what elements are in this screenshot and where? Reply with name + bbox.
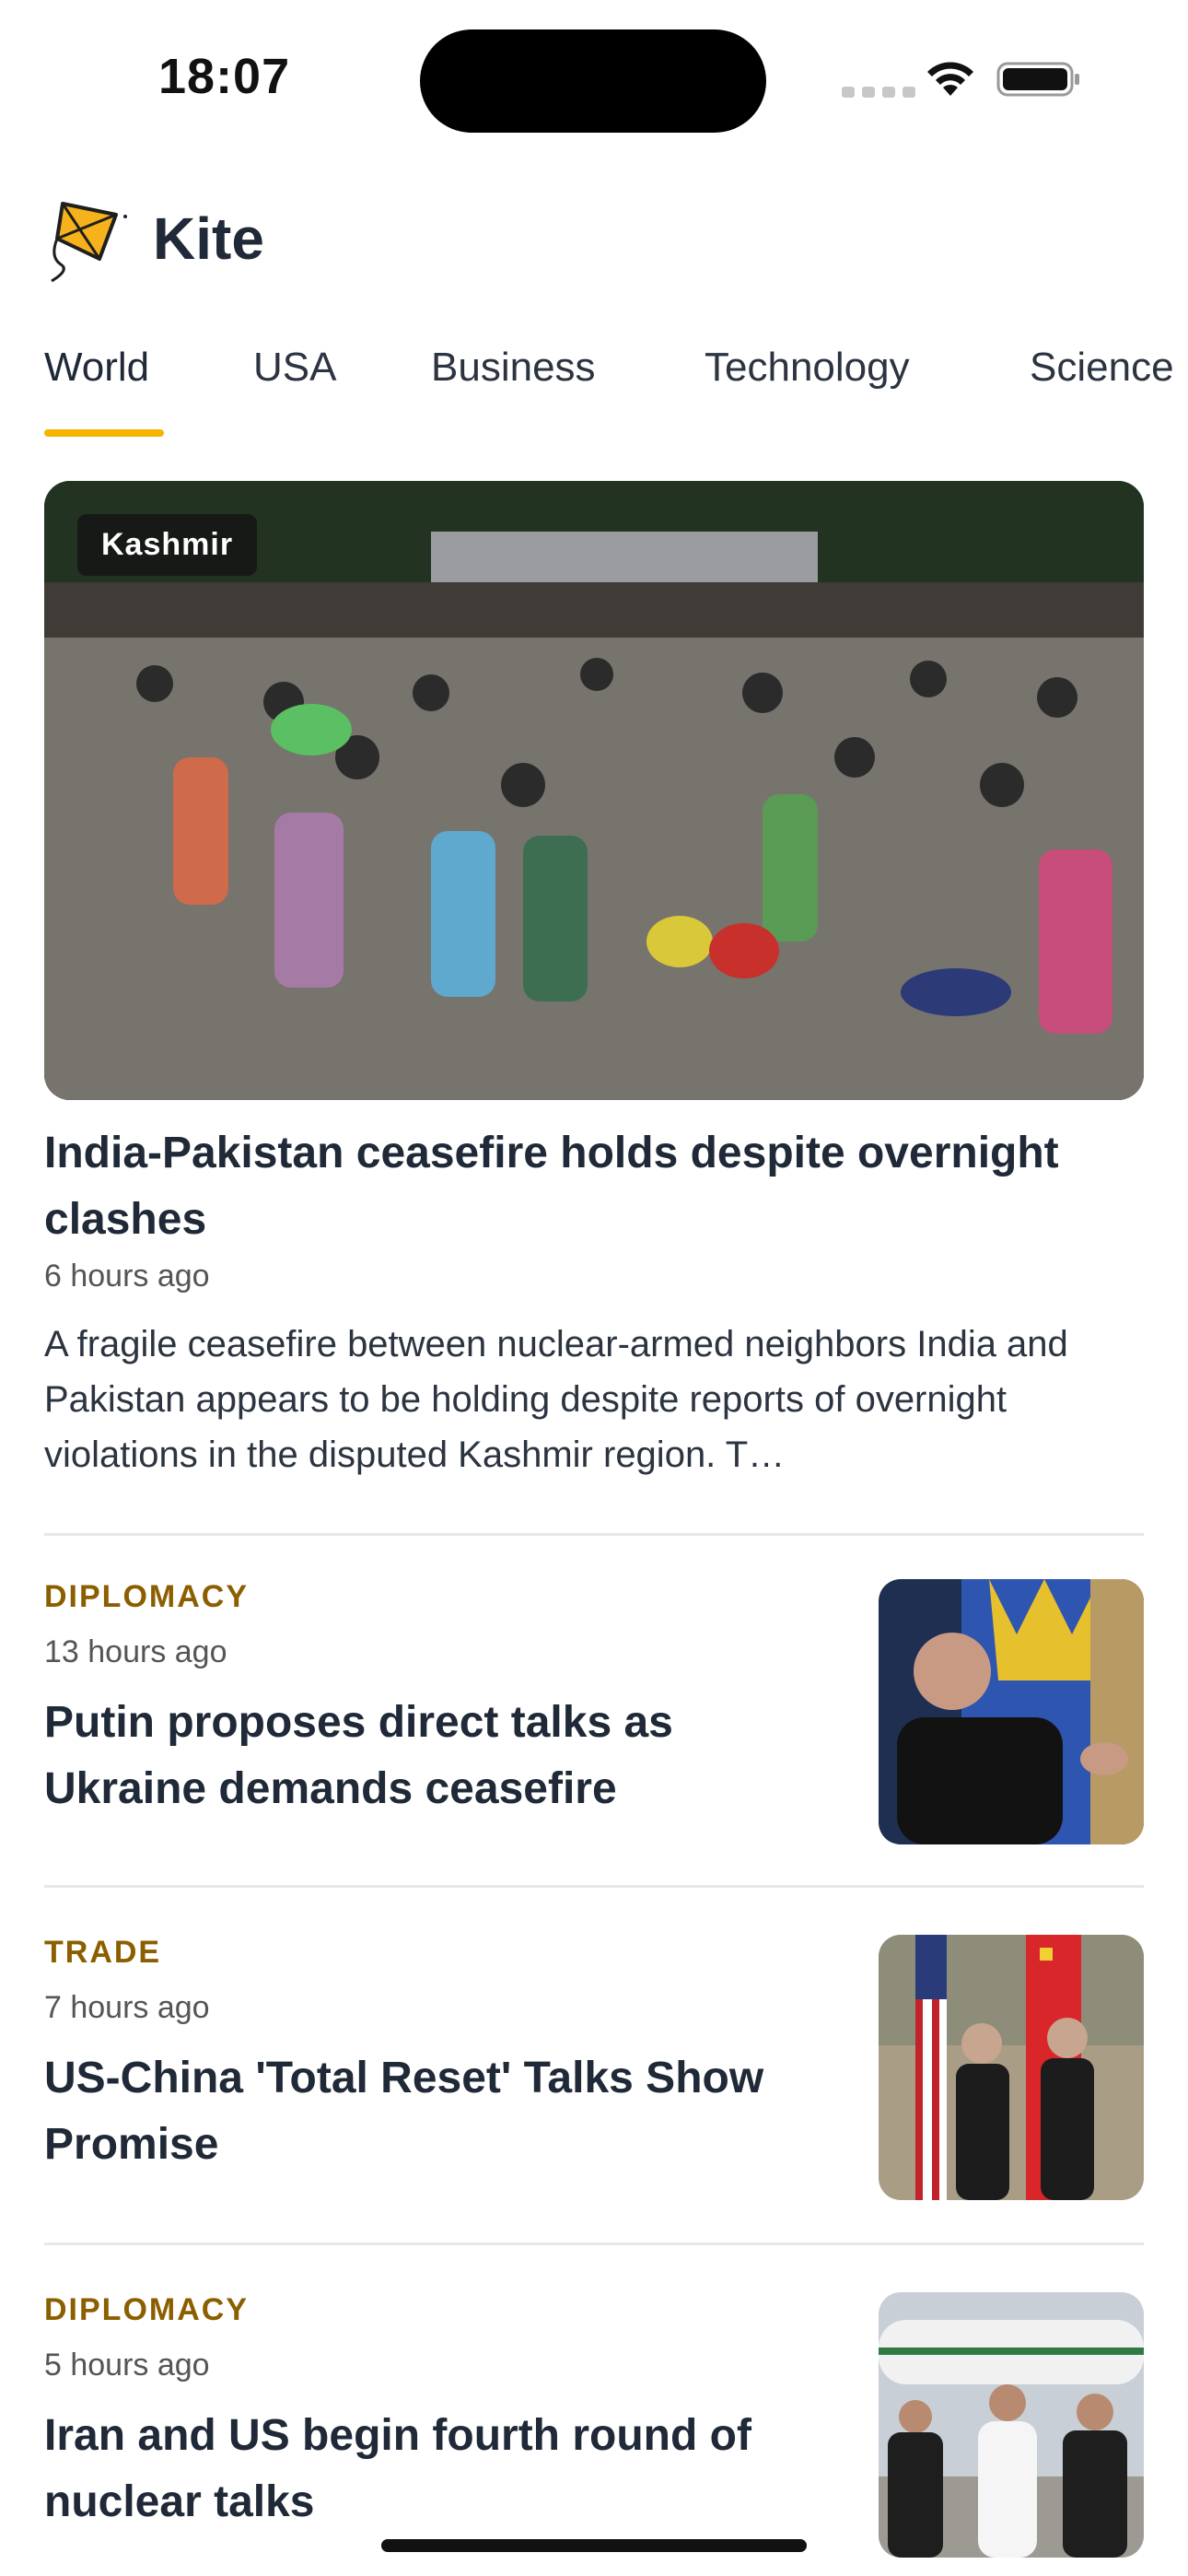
tab-world[interactable]: World (44, 345, 149, 391)
story-card[interactable]: TRADE 7 hours ago US-China 'Total Reset'… (44, 1935, 1144, 2202)
iran-us-talks-photo (879, 2292, 1144, 2558)
zelensky-photo (879, 1579, 1144, 1844)
home-indicator[interactable] (381, 2539, 807, 2552)
story-title[interactable]: Putin proposes direct talks as Ukraine d… (44, 1690, 836, 1822)
battery-icon (996, 62, 1079, 97)
story-category: DIPLOMACY (44, 1579, 249, 1614)
tab-technology[interactable]: Technology (705, 345, 910, 391)
story-timestamp: 5 hours ago (44, 2348, 210, 2383)
divider (44, 1885, 1144, 1888)
story-card[interactable]: DIPLOMACY 5 hours ago Iran and US begin … (44, 2292, 1144, 2559)
app-title: Kite (153, 205, 264, 272)
divider (44, 1533, 1144, 1536)
story-thumbnail[interactable] (879, 1579, 1144, 1844)
story-thumbnail[interactable] (879, 1935, 1144, 2200)
kite-logo-icon (51, 202, 127, 283)
app-header: Kite (44, 188, 264, 289)
status-time: 18:07 (158, 49, 291, 104)
story-title[interactable]: US-China 'Total Reset' Talks Show Promis… (44, 2045, 836, 2178)
tab-business[interactable]: Business (431, 345, 596, 391)
us-china-meeting-photo (879, 1935, 1144, 2200)
story-category: TRADE (44, 1935, 162, 1970)
hero-image[interactable]: Kashmir (44, 481, 1144, 1100)
hero-summary: A fragile ceasefire between nuclear-arme… (44, 1324, 1068, 1475)
wifi-icon (927, 62, 973, 96)
category-tabs: World USA Business Technology Science (0, 332, 1188, 442)
story-thumbnail[interactable] (879, 2292, 1144, 2558)
story-timestamp: 7 hours ago (44, 1990, 210, 2025)
hero-tag: Kashmir (77, 514, 258, 576)
tab-usa[interactable]: USA (253, 345, 336, 391)
status-bar: 18:07 (0, 0, 1188, 157)
cellular-signal-icon (842, 87, 915, 98)
story-title[interactable]: Iran and US begin fourth round of nuclea… (44, 2403, 836, 2535)
story-category: DIPLOMACY (44, 2292, 249, 2327)
hero-story-card[interactable]: Kashmir India-Pakistan ceasefire holds d… (44, 481, 1144, 1482)
divider (44, 2242, 1144, 2245)
story-card[interactable]: DIPLOMACY 13 hours ago Putin proposes di… (44, 1579, 1144, 1846)
tab-science[interactable]: Science (1030, 345, 1174, 391)
hero-timestamp: 6 hours ago (44, 1259, 210, 1294)
story-timestamp: 13 hours ago (44, 1634, 227, 1669)
hero-title[interactable]: India-Pakistan ceasefire holds despite o… (44, 1120, 1144, 1253)
dynamic-island (420, 29, 766, 133)
active-tab-indicator (44, 429, 164, 437)
